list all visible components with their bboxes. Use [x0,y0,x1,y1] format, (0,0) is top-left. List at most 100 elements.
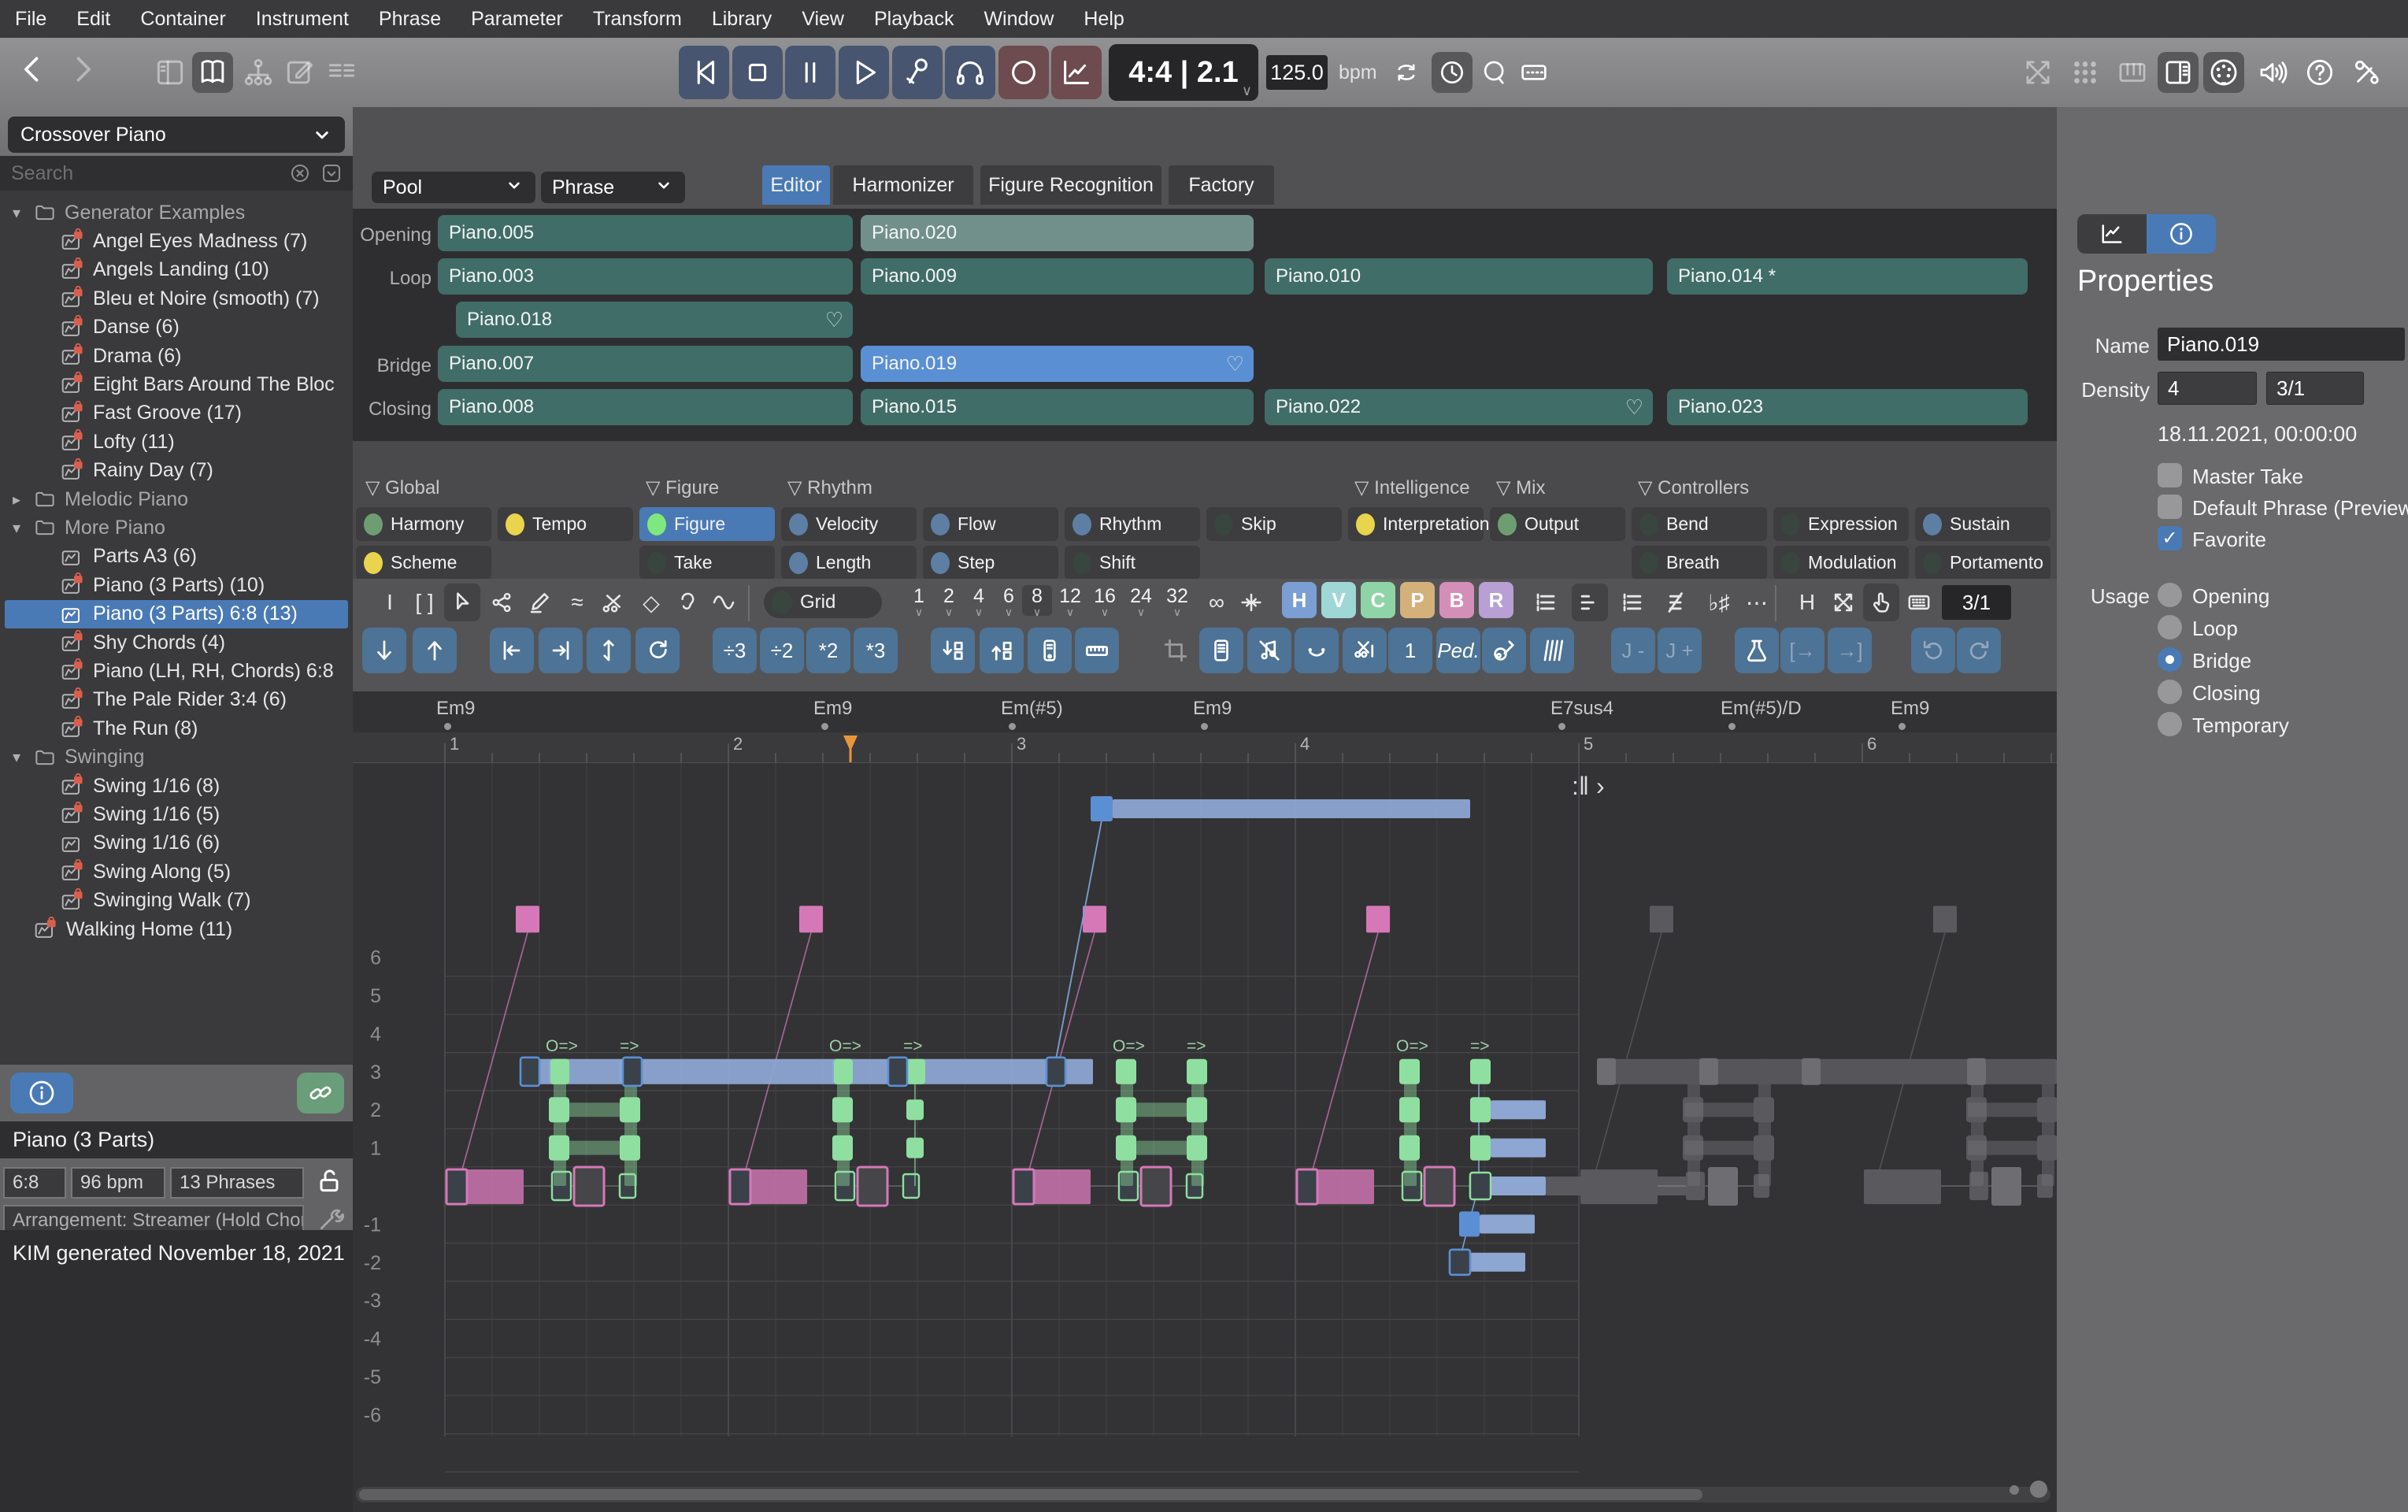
param-take[interactable]: Take [639,546,775,580]
action-ped[interactable]: Ped. [1436,628,1480,673]
panel-left-view-button[interactable] [150,52,191,93]
param-modulation[interactable]: Modulation [1773,546,1909,580]
ruler-button[interactable] [1075,628,1119,673]
info-button[interactable] [10,1073,73,1114]
param-velocity[interactable]: Velocity [781,507,917,541]
track-button-c[interactable]: C [1361,582,1395,618]
tree-item-13[interactable]: Piano (3 Parts) (10) [0,571,353,599]
expand-button[interactable] [2017,52,2058,93]
panel-right-button[interactable] [2158,52,2199,93]
track-button-b[interactable]: B [1439,582,1474,618]
tree-item-17[interactable]: The Pale Rider 3:4 (6) [0,686,353,714]
link-button[interactable] [297,1073,344,1114]
scissors-tool[interactable] [595,584,632,621]
action-1[interactable]: 1 [1388,628,1432,673]
position-display[interactable]: 4:4 | 2.1 ∨ [1109,44,1258,101]
zoom-in-dot[interactable] [2030,1480,2047,1498]
param-flow[interactable]: Flow [923,507,1058,541]
param-step[interactable]: Step [923,546,1058,580]
library-select[interactable]: Crossover Piano [8,117,345,153]
radio-closing[interactable] [2158,680,2182,704]
density-ratio-input[interactable]: 3/1 [2266,372,2364,405]
phrase-cell[interactable]: Piano.020 [861,215,1254,251]
search-input[interactable]: Search [0,162,288,185]
tree-item-18[interactable]: The Run (8) [0,714,353,743]
tree-item-12[interactable]: Parts A3 (6) [0,543,353,571]
accidentals-tool[interactable]: ♭♯ [1701,584,1737,621]
unlock-icon[interactable] [313,1166,345,1201]
device2-button[interactable] [1199,628,1243,673]
tree-item-8[interactable]: Lofty (11) [0,428,353,456]
search-bar[interactable]: Search [0,156,353,191]
param-breath[interactable]: Breath [1632,546,1767,580]
param-tempo[interactable]: Tempo [498,507,633,541]
tree-item-20[interactable]: Swing 1/16 (8) [0,772,353,800]
speaker-button[interactable] [2252,52,2293,93]
tree-item-24[interactable]: Swinging Walk (7) [0,887,353,915]
param-harmony[interactable]: Harmony [356,507,491,541]
grid-infinity[interactable]: ∞ [1198,584,1235,621]
mic-button[interactable] [892,46,943,99]
tree-item-22[interactable]: Swing 1/16 (6) [0,829,353,858]
phrase-cell[interactable]: Piano.023 [1667,389,2028,425]
radio-opening[interactable] [2158,583,2182,607]
list-view-button[interactable] [321,52,362,93]
phrase-cell[interactable]: Piano.005 [438,215,853,251]
record-button[interactable] [998,46,1049,99]
track-button-v[interactable]: V [1321,582,1356,618]
menu-window[interactable]: Window [969,8,1069,31]
tree-item-5[interactable]: Drama (6) [0,342,353,370]
zoom-out-dot[interactable] [2010,1485,2019,1495]
menu-help[interactable]: Help [1069,8,1139,31]
param-sustain[interactable]: Sustain [1915,507,2051,541]
radio-temporary[interactable] [2158,712,2182,736]
param-rhythm[interactable]: Rhythm [1065,507,1200,541]
more-tool[interactable]: ⋯ [1739,584,1775,621]
param-scheme[interactable]: Scheme [356,546,491,580]
crop-button[interactable] [1154,628,1198,673]
to-end-button[interactable] [539,628,583,673]
param-header-global[interactable]: ▽ Global [365,476,440,499]
tree-folder-19[interactable]: ▾Swinging [0,743,353,772]
midi-din-button[interactable] [2203,52,2244,93]
tree-item-4[interactable]: Danse (6) [0,313,353,342]
keys-button[interactable] [1513,52,1554,93]
tree-item-1[interactable]: Angel Eyes Madness (7) [0,227,353,255]
tuner-button[interactable] [1474,52,1515,93]
ibeam-tool[interactable]: I [372,584,408,621]
grid-value-24[interactable]: 24∨ [1126,585,1156,616]
undo-button[interactable] [1911,628,1955,673]
track-button-h[interactable]: H [1282,582,1317,618]
action-[interactable]: →] [1828,628,1872,673]
drop-down-button[interactable] [931,628,975,673]
grid-value-1[interactable]: 1∨ [904,585,934,616]
phrase-cell[interactable]: Piano.007 [438,346,853,382]
disclosure-triangle-icon[interactable]: ▾ [13,747,33,767]
checkbox-master-take[interactable] [2158,463,2182,487]
action-[interactable]: [→ [1780,628,1825,673]
action-2[interactable]: *2 [806,628,850,673]
updown-button[interactable] [587,628,631,673]
nodes-tool[interactable] [483,584,520,621]
meter-button[interactable] [1051,46,1102,99]
tree-item-23[interactable]: Swing Along (5) [0,858,353,886]
align2-tool[interactable] [1572,584,1608,621]
pause-button[interactable] [785,46,835,99]
menu-file[interactable]: File [0,8,61,31]
tree-item-7[interactable]: Fast Groove (17) [0,399,353,428]
action-2[interactable]: ÷2 [760,628,804,673]
track-button-p[interactable]: P [1400,582,1435,618]
cycle-button[interactable] [635,628,680,673]
editor-tab-figure-recognition[interactable]: Figure Recognition [980,165,1161,205]
action-j[interactable]: J - [1611,628,1655,673]
disclosure-triangle-icon[interactable]: ▾ [13,518,33,538]
menu-transform[interactable]: Transform [578,8,697,31]
search-clear-icon[interactable] [288,161,312,185]
book-view-button[interactable] [192,52,233,93]
phrase-cell[interactable]: Piano.010 [1265,258,1653,295]
redo-button[interactable] [1957,628,2001,673]
horizontal-scrollbar[interactable] [356,1487,2051,1503]
param-output[interactable]: Output [1490,507,1625,541]
align1-tool[interactable] [1528,584,1564,621]
menu-parameter[interactable]: Parameter [456,8,578,31]
